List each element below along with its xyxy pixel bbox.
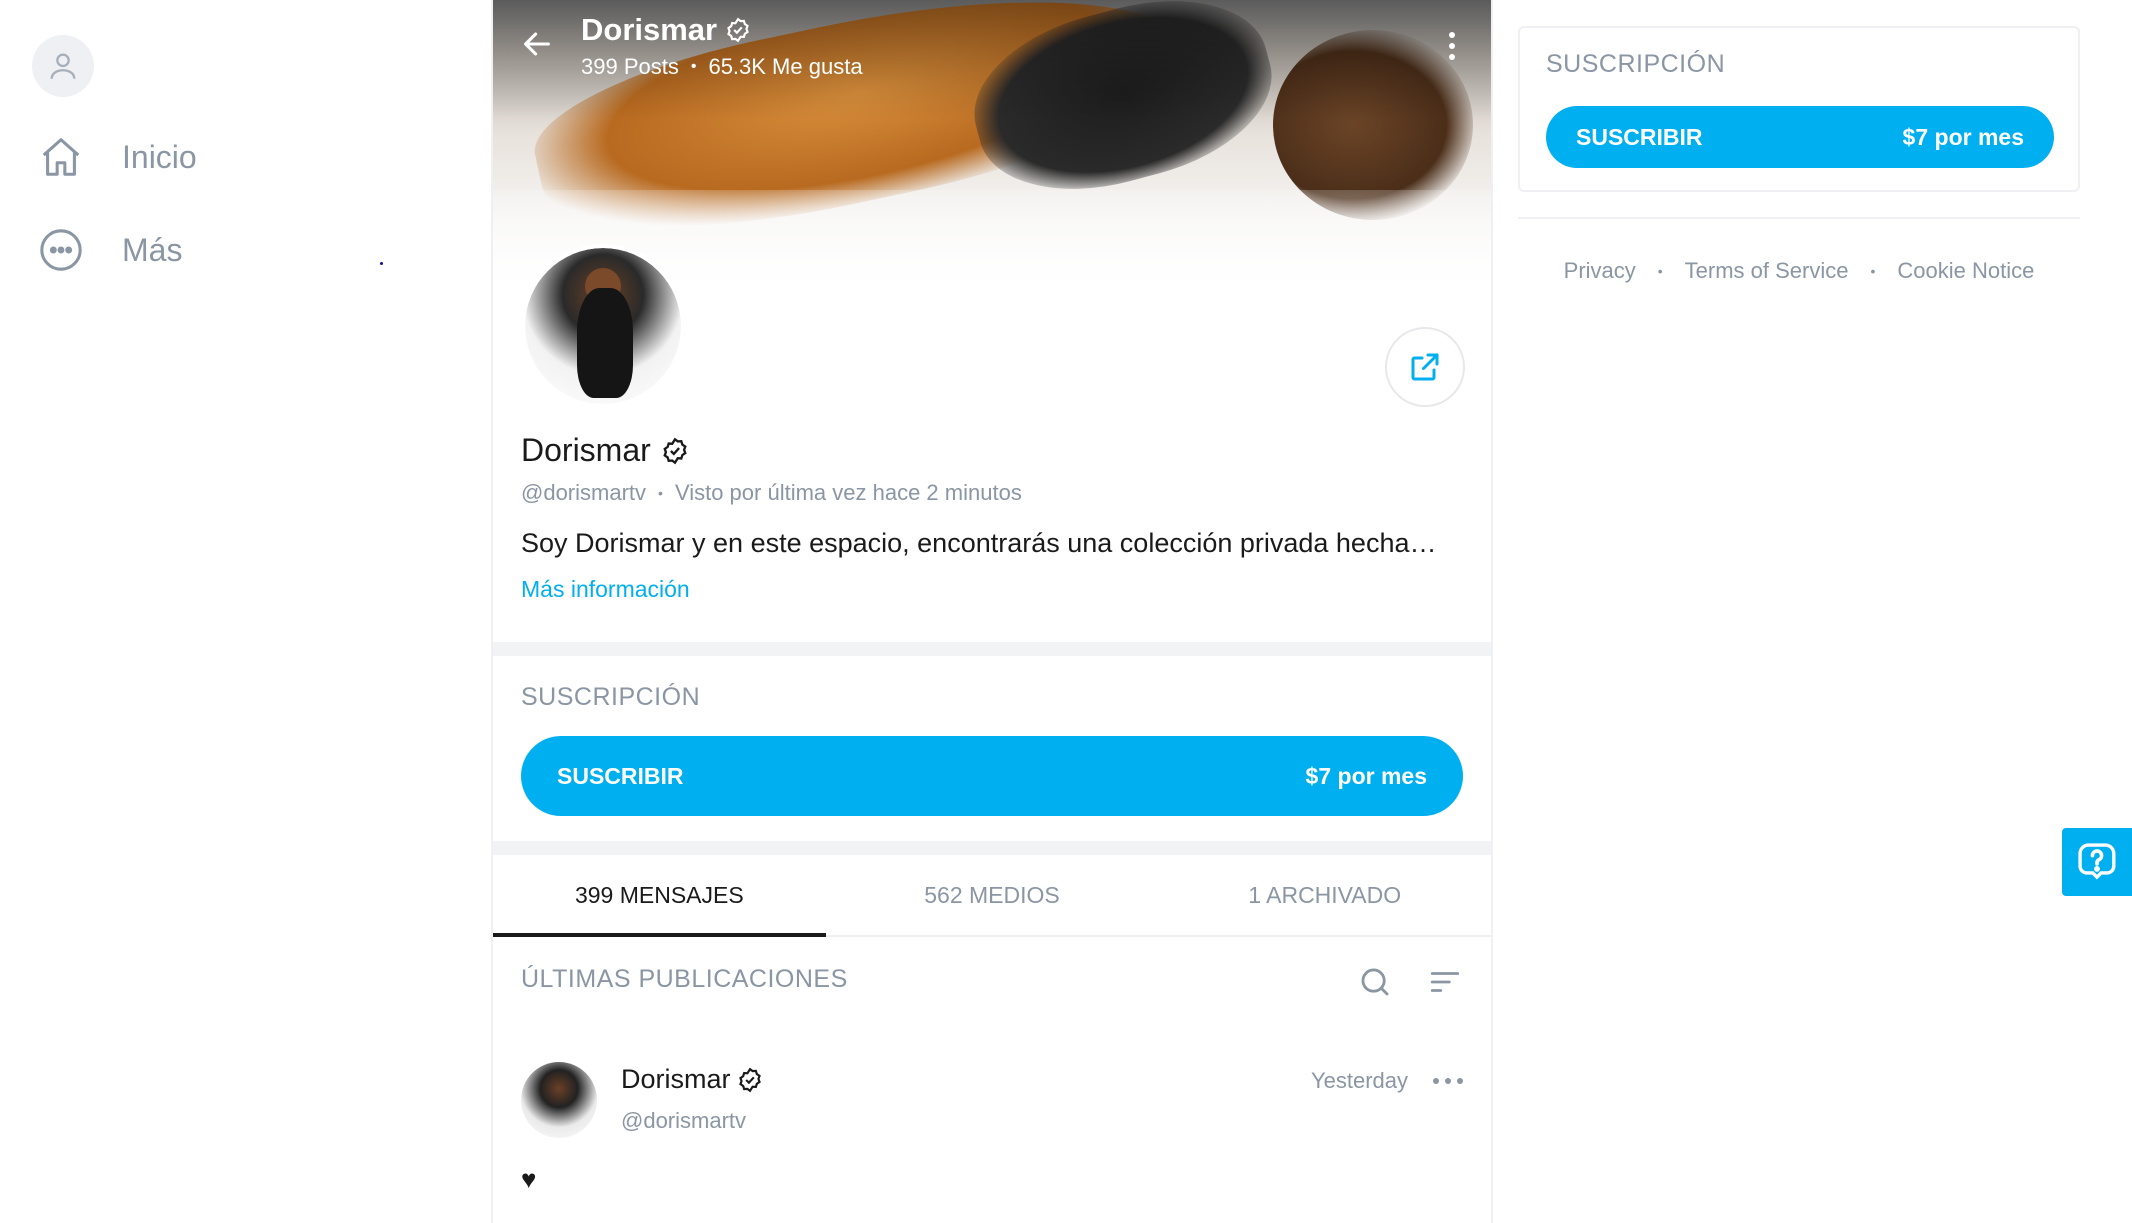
cursor-dot [380,262,383,265]
home-icon [42,138,80,176]
verified-icon [727,17,749,43]
profile-meta: @dorismartv • Visto por última vez hace … [521,480,1022,506]
back-button[interactable] [517,24,557,64]
sidebar-item-home[interactable]: Inicio [38,134,197,180]
sidebar-item-label: Inicio [122,138,197,175]
subscribe-label: SUSCRIBIR [1576,123,1703,150]
profile-handle: @dorismartv [521,480,647,505]
more-info-link[interactable]: Más información [521,576,690,603]
header-title: Dorismar [581,12,751,48]
feed-title: ÚLTIMAS PUBLICACIONES [521,965,848,993]
profile-column: Dorismar 399 Posts • 65.3K Me gusta Dori… [491,0,1493,1223]
section-divider [493,841,1491,855]
post-avatar[interactable] [521,1062,597,1138]
verified-icon [663,437,687,464]
profile-bio: Soy Dorismar y en este espacio, encontra… [521,528,1437,558]
profile-name-text: Dorismar [521,432,651,468]
post-text: ♥ [521,1164,537,1194]
tab-posts[interactable]: 399 MENSAJES [493,855,826,937]
user-avatar[interactable] [32,35,94,97]
profile-avatar[interactable] [521,244,685,408]
subscribe-label: SUSCRIBIR [557,762,684,789]
sort-icon [1430,972,1460,992]
post-author[interactable]: Dorismar [621,1064,763,1095]
profile-name: Dorismar [521,432,689,469]
header-name: Dorismar [581,12,718,47]
sidebar-item-label: Más [122,231,183,268]
right-divider [1518,217,2080,219]
post-more-button[interactable] [1433,1068,1463,1094]
search-button[interactable] [1355,962,1395,1002]
subscribe-button[interactable]: SUSCRIBIR $7 por mes [521,736,1463,816]
left-sidebar: Inicio Más [0,0,492,1223]
post-author-name: Dorismar [621,1064,731,1094]
terms-link[interactable]: Terms of Service [1685,258,1849,284]
header-separator: • [690,58,697,75]
last-seen: Visto por última vez hace 2 minutos [674,480,1022,505]
post-timestamp: Yesterday [1310,1068,1408,1093]
cookie-link[interactable]: Cookie Notice [1897,258,2034,284]
share-button[interactable] [1385,327,1465,407]
subscription-title: SUSCRIPCIÓN [521,683,701,711]
arrow-left-icon [524,32,550,56]
post-handle: @dorismartv [621,1108,747,1133]
search-icon [1361,968,1389,996]
profile-tabs: 399 MENSAJES 562 MEDIOS 1 ARCHIVADO [493,855,1491,937]
privacy-link[interactable]: Privacy [1564,258,1636,284]
kebab-menu-button[interactable] [1437,26,1467,66]
posts-count: 399 Posts [581,54,679,79]
verified-icon [738,1067,761,1092]
help-icon [2078,843,2116,880]
user-icon [50,53,76,79]
tab-media[interactable]: 562 MEDIOS [826,855,1159,935]
subscribe-button[interactable]: SUSCRIBIR $7 por mes [1546,106,2054,168]
footer-separator: • [1657,263,1663,279]
subscribe-price: $7 por mes [1305,762,1427,789]
tab-archived[interactable]: 1 ARCHIVADO [1158,855,1491,935]
share-icon [1411,353,1439,381]
subscribe-price: $7 por mes [1902,123,2024,150]
subscription-title: SUSCRIPCIÓN [1546,50,1726,78]
help-button[interactable] [2062,828,2132,896]
right-subscription-card: SUSCRIPCIÓN SUSCRIBIR $7 por mes [1518,26,2080,192]
more-circle-icon [40,229,82,271]
footer-links: Privacy • Terms of Service • Cookie Noti… [1518,258,2080,284]
footer-separator: • [1870,263,1876,279]
sidebar-item-more[interactable]: Más [38,227,182,273]
likes-count: 65.3K Me gusta [708,54,863,79]
section-divider [493,642,1491,656]
profile-topbar: Dorismar 399 Posts • 65.3K Me gusta [493,0,1491,92]
meta-separator: • [658,485,663,501]
sort-button[interactable] [1425,962,1465,1002]
header-stats: 399 Posts • 65.3K Me gusta [581,54,863,80]
